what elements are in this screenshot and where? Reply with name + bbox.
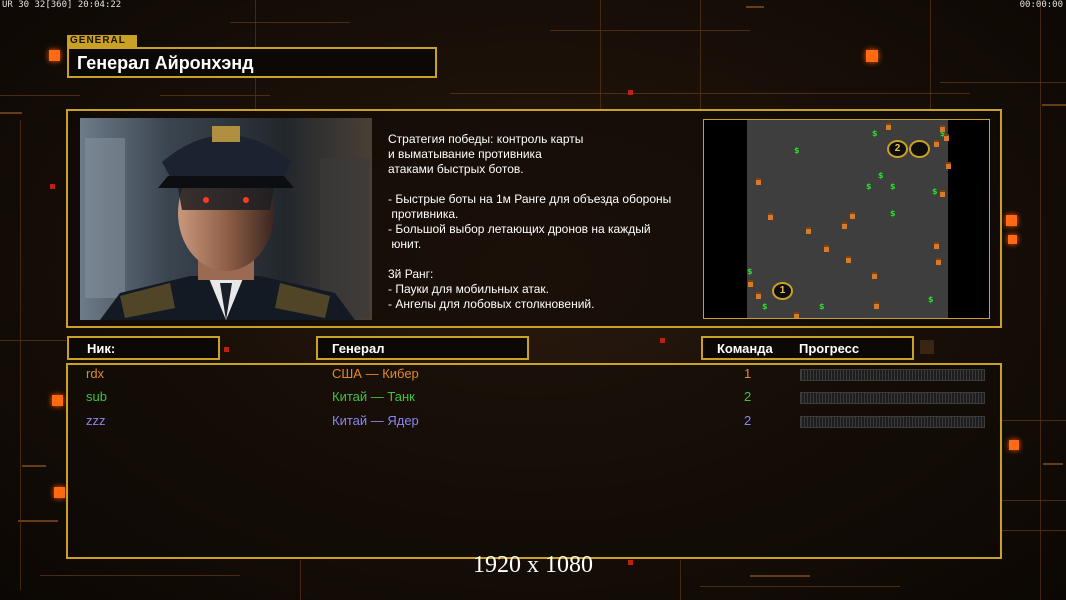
money-icon: $: [932, 187, 938, 196]
building-icon: [824, 245, 829, 252]
team-progress-header-box: Команда Прогресс: [701, 336, 914, 360]
player-progress-bar: [800, 369, 985, 381]
money-icon: $: [866, 182, 872, 191]
money-icon: $: [747, 267, 753, 276]
player-row[interactable]: zzz Китай — Ядер 2: [0, 413, 1066, 433]
map-preview[interactable]: $ $ $ $ $ $ $ $ $ $ $ $ 2 1: [703, 119, 990, 319]
money-icon: $: [890, 182, 896, 191]
general-header: Генерал: [332, 341, 385, 356]
player-nick: zzz: [86, 413, 106, 428]
building-icon: [940, 125, 945, 132]
building-icon: [936, 258, 941, 265]
building-icon: [748, 280, 753, 287]
team-header: Команда: [717, 341, 773, 356]
money-icon: $: [819, 302, 825, 311]
player-row[interactable]: sub Китай — Танк 2: [0, 389, 1066, 409]
money-icon: $: [928, 295, 934, 304]
building-icon: [872, 272, 877, 279]
player-progress-bar: [800, 416, 985, 428]
general-title-box: Генерал Айронхэнд: [67, 47, 437, 78]
general-portrait-icon: [80, 118, 372, 320]
building-icon: [846, 256, 851, 263]
building-icon: [756, 178, 761, 185]
building-icon: [768, 213, 773, 220]
building-icon: [756, 292, 761, 299]
building-icon: [944, 134, 949, 141]
building-icon: [886, 123, 891, 130]
player-general: Китай — Ядер: [332, 413, 419, 428]
player-general: Китай — Танк: [332, 389, 415, 404]
resolution-label: 1920 x 1080: [473, 552, 593, 578]
player-general: США — Кибер: [332, 366, 419, 381]
money-icon: $: [872, 129, 878, 138]
building-icon: [874, 302, 879, 309]
building-icon: [794, 312, 799, 318]
nick-header: Ник:: [87, 341, 116, 356]
money-icon: $: [794, 146, 800, 155]
building-icon: [946, 162, 951, 169]
general-portrait: [80, 118, 372, 320]
start-position-empty[interactable]: [909, 140, 930, 158]
player-row[interactable]: rdx США — Кибер 1: [0, 366, 1066, 386]
building-icon: [934, 242, 939, 249]
player-team: 2: [744, 413, 752, 428]
building-icon: [806, 227, 811, 234]
player-team: 2: [744, 389, 752, 404]
general-name: Генерал Айронхэнд: [77, 53, 254, 73]
fps-counter: UR 30 32[360] 20:04:22: [2, 0, 122, 10]
building-icon: [934, 140, 939, 147]
game-clock: 00:00:00: [1019, 0, 1063, 10]
start-position-2[interactable]: 2: [887, 140, 908, 158]
player-progress-bar: [800, 392, 985, 404]
general-header-box: Генерал: [316, 336, 529, 360]
building-icon: [842, 222, 847, 229]
progress-header: Прогресс: [799, 341, 860, 356]
player-team: 1: [744, 366, 752, 381]
nick-header-box: Ник:: [67, 336, 220, 360]
money-icon: $: [890, 209, 896, 218]
building-icon: [850, 212, 855, 219]
player-nick: sub: [86, 389, 107, 404]
building-icon: [940, 190, 945, 197]
general-tag: GENERAL: [67, 35, 137, 47]
money-icon: $: [878, 171, 884, 180]
player-nick: rdx: [86, 366, 105, 381]
money-icon: $: [762, 302, 768, 311]
start-position-1[interactable]: 1: [772, 282, 793, 300]
general-description: Стратегия победы: контроль карты и вымат…: [388, 132, 672, 311]
